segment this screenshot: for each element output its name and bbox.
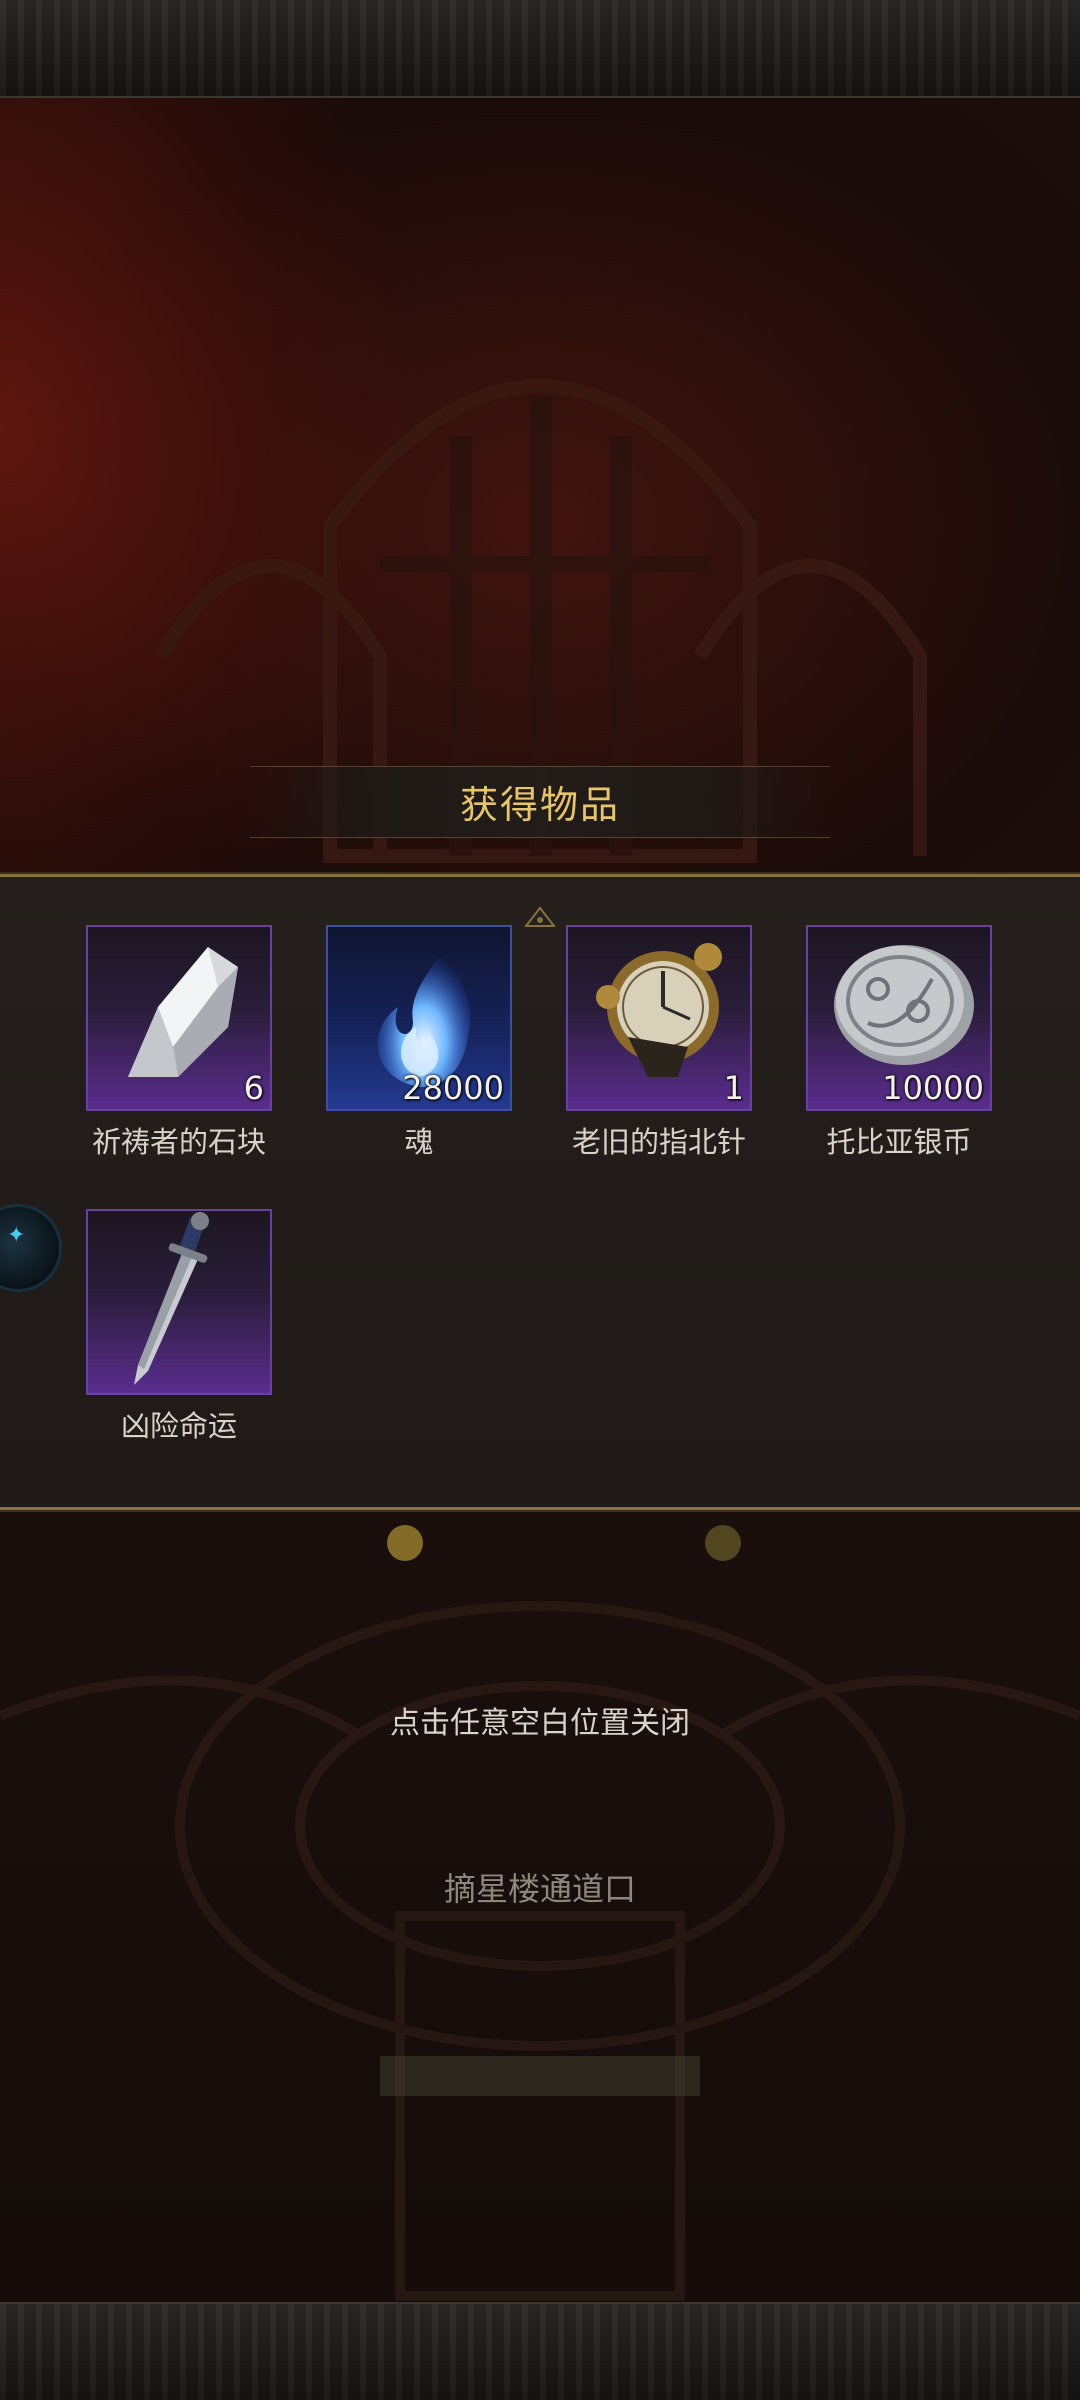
item-name: 魂 <box>404 1125 434 1159</box>
reward-item-old-compass[interactable]: 1 老旧的指北针 <box>566 925 752 1161</box>
item-name: 老旧的指北针 <box>571 1125 746 1159</box>
item-name: 祈祷者的石块 <box>91 1125 266 1159</box>
panel-ornament-icon <box>524 906 556 927</box>
item-count: 1 <box>723 1069 744 1107</box>
item-slot[interactable]: 28000 <box>326 925 512 1111</box>
reward-item-prayer-stone[interactable]: 6 祈祷者的石块 <box>86 925 272 1161</box>
item-slot[interactable] <box>86 1209 272 1395</box>
dialog-title: 获得物品 <box>459 782 620 827</box>
item-slot[interactable]: 6 <box>86 925 272 1111</box>
reward-item-soul[interactable]: 28000 魂 <box>326 925 512 1161</box>
item-count: 6 <box>243 1069 264 1107</box>
item-slot[interactable]: 1 <box>566 925 752 1111</box>
bottom-ornament-border <box>0 2302 1080 2400</box>
item-name: 凶险命运 <box>120 1409 237 1443</box>
reward-screen[interactable]: 获得物品 6 祈祷者的石块 28000 魂 1 老旧的指北针 10000 托比亚… <box>0 0 1080 2400</box>
reward-item-ominous-fate[interactable]: 凶险命运 <box>86 1209 272 1445</box>
item-count: 28000 <box>402 1069 504 1107</box>
top-ornament-border <box>0 0 1080 98</box>
reward-item-tobia-silver-coin[interactable]: 10000 托比亚银币 <box>806 925 992 1161</box>
close-hint-text: 点击任意空白位置关闭 <box>390 1706 690 1741</box>
item-slot[interactable]: 10000 <box>806 925 992 1111</box>
dagger-icon <box>134 1212 209 1385</box>
location-label: 摘星楼通道口 <box>443 1870 636 1908</box>
item-count: 10000 <box>882 1069 984 1107</box>
item-name: 托比亚银币 <box>826 1125 972 1159</box>
